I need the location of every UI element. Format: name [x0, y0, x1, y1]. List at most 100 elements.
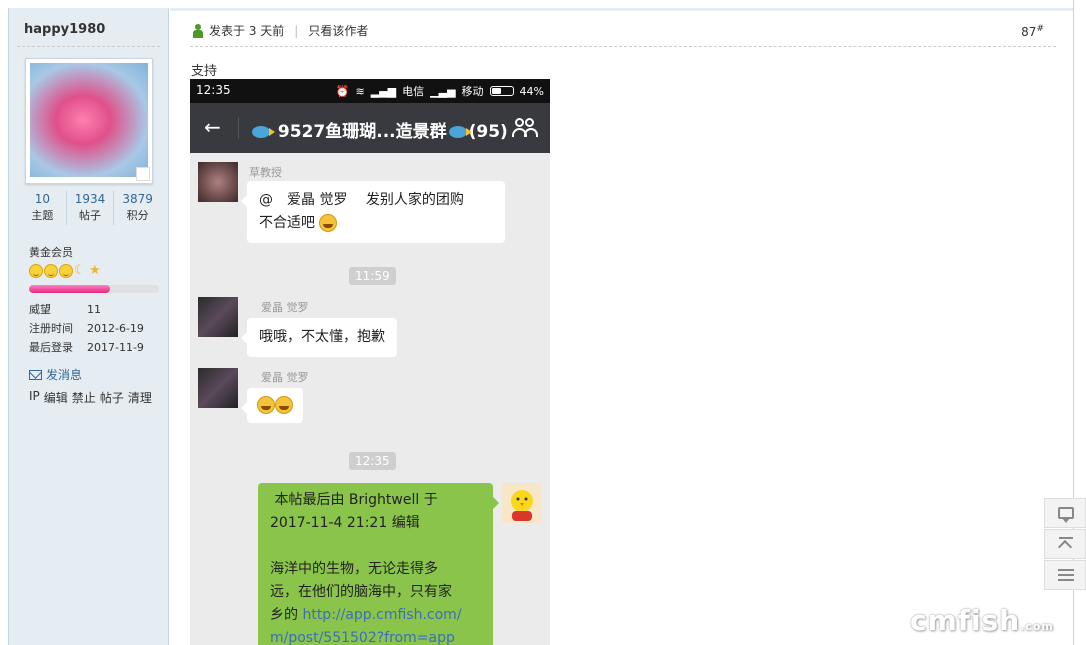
level-progress-bar [29, 285, 159, 293]
admin-links: IP 编辑 禁止 帖子 清理 [29, 389, 152, 406]
divider [190, 46, 1056, 47]
chat-member-count: (95) [468, 122, 508, 142]
stat-credits-count[interactable]: 3879 [114, 191, 161, 207]
level-progress-fill [29, 285, 110, 293]
chat-bubble-self: 本帖最后由 Brightwell 于 2017-11-4 21:21 编辑 海洋… [258, 483, 499, 645]
grin-emoji-icon [275, 396, 293, 414]
post-meta-bar: 发表于 3 天前 | 只看该作者 [193, 22, 368, 39]
chat-edit-note: 本帖最后由 Brightwell 于 [274, 492, 438, 508]
author-sidebar: happy1980 10 主题 1934 帖子 3879 积分 黄金会员 ☾ ★… [8, 8, 169, 645]
info-key: 注册时间 [29, 322, 73, 335]
wechat-screenshot: 12:35 ⏰ ≋ ▂▄▆ 电信 ▁▃▅ 移动 44% ← 9527鱼珊瑚...… [190, 79, 550, 645]
chat-link[interactable]: http://app.cmfish.com/ [302, 607, 461, 623]
chat-title-name: 9527鱼珊瑚...造景群 [277, 122, 447, 142]
group-members-icon [512, 117, 538, 139]
info-value: 11 [87, 303, 101, 316]
chat-text: 不合适吧 [259, 215, 315, 231]
admin-link-posts[interactable]: 帖子 [100, 389, 124, 406]
chat-bubble: @ 爱晶 觉罗 发别人家的团购 不合适吧 [241, 181, 505, 243]
info-registered: 注册时间 2012-6-19 [29, 319, 144, 338]
stat-credits-label: 积分 [126, 209, 149, 222]
info-value: 2012-6-19 [87, 322, 144, 335]
level-stars: ☾ ★ [29, 264, 103, 280]
chat-sender: 爱晶 觉罗 [261, 301, 309, 314]
info-key: 最后登录 [29, 341, 73, 354]
chat-text: 乡的 [270, 607, 298, 623]
floor-mark: # [1036, 24, 1044, 34]
stat-threads-label: 主题 [31, 209, 54, 222]
carrier-1: 电信 [402, 85, 425, 98]
send-message-link[interactable]: 发消息 [29, 366, 82, 383]
back-to-top-button[interactable] [1044, 529, 1086, 559]
grin-emoji-icon [257, 396, 275, 414]
back-to-list-button[interactable] [1044, 560, 1086, 590]
chick-avatar-icon [511, 490, 533, 521]
carrier-2: 移动 [461, 85, 484, 98]
floor-num: 87 [1021, 25, 1037, 39]
chat-text: 哦哦，不太懂，抱歉 [259, 329, 385, 345]
fish-icon [448, 126, 472, 138]
stat-posts-count[interactable]: 1934 [67, 191, 114, 207]
sun-icon [44, 264, 58, 278]
signal-icon: ▂▄▆ [370, 84, 397, 98]
info-key: 威望 [29, 303, 51, 316]
fish-icon [252, 126, 275, 138]
star-icon: ★ [89, 263, 101, 278]
author-name[interactable]: happy1980 [24, 22, 105, 37]
chat-text-line: 不合适吧 [259, 212, 493, 235]
chat-header: ← 9527鱼珊瑚...造景群 (95) [190, 103, 550, 153]
admin-link-edit[interactable]: 编辑 [44, 389, 68, 406]
author-stats: 10 主题 1934 帖子 3879 积分 [19, 191, 161, 225]
post-top-border [170, 8, 1074, 11]
chat-text-line: 乡的 http://app.cmfish.com/ [270, 604, 481, 627]
floating-toolbar [1044, 498, 1086, 591]
info-last-login: 最后登录 2017-11-9 [29, 338, 144, 357]
admin-link-clean[interactable]: 清理 [128, 389, 152, 406]
chat-avatar [198, 162, 238, 202]
chat-bubble [241, 388, 303, 423]
stat-credits[interactable]: 3879 积分 [114, 191, 161, 225]
only-author-link[interactable]: 只看该作者 [308, 22, 368, 39]
stat-posts[interactable]: 1934 帖子 [67, 191, 115, 225]
chat-timestamp: 11:59 [349, 267, 396, 285]
alarm-icon: ⏰ [335, 84, 350, 98]
sun-icon [29, 264, 43, 278]
stat-posts-label: 帖子 [79, 209, 101, 222]
chat-text: 远，在他们的脑海中，只有家 [270, 584, 452, 600]
phone-status-bar: 12:35 ⏰ ≋ ▂▄▆ 电信 ▁▃▅ 移动 44% [190, 79, 550, 103]
watermark-domain: .com [1020, 620, 1054, 633]
wifi-icon: ≋ [355, 84, 365, 98]
chat-sender: 草教授 [249, 166, 282, 179]
divider [238, 117, 239, 139]
online-status-icon [136, 167, 150, 181]
chat-title: 9527鱼珊瑚...造景群 (95) [250, 117, 508, 142]
chat-edit-date: 2017-11-4 21:21 编辑 [270, 515, 420, 531]
chat-avatar [198, 297, 238, 337]
signal-icon: ▁▃▅ [430, 84, 456, 98]
send-message-label: 发消息 [46, 368, 83, 382]
battery-level: 44% [519, 84, 544, 98]
user-group[interactable]: 黄金会员 [29, 244, 73, 260]
admin-link-ip[interactable]: IP [29, 389, 40, 406]
post-text: 支持 [191, 64, 218, 79]
avatar[interactable] [25, 58, 153, 184]
chat-timestamp: 12:35 [349, 452, 396, 470]
separator: | [294, 23, 299, 38]
status-time: 12:35 [196, 83, 231, 97]
back-to-top-icon [1059, 537, 1073, 551]
chat-link[interactable]: m/post/551502?from=app [270, 627, 481, 645]
chat-sender: 爱晶 觉罗 [261, 371, 309, 384]
watermark: cmfish.com [910, 604, 1054, 637]
stat-threads[interactable]: 10 主题 [19, 191, 67, 225]
floor-number[interactable]: 87# [1021, 24, 1044, 39]
chat-avatar-self [502, 483, 542, 523]
stat-threads-count[interactable]: 10 [19, 191, 66, 207]
comment-icon [1058, 507, 1074, 523]
chat-bubble: 哦哦，不太懂，抱歉 [241, 318, 397, 357]
battery-icon [489, 86, 514, 96]
laugh-emoji-icon [319, 214, 338, 232]
quick-reply-button[interactable] [1044, 498, 1086, 528]
admin-link-ban[interactable]: 禁止 [72, 389, 96, 406]
envelope-icon [29, 369, 42, 380]
chat-text: @ 爱晶 觉罗 发别人家的团购 [259, 192, 464, 208]
